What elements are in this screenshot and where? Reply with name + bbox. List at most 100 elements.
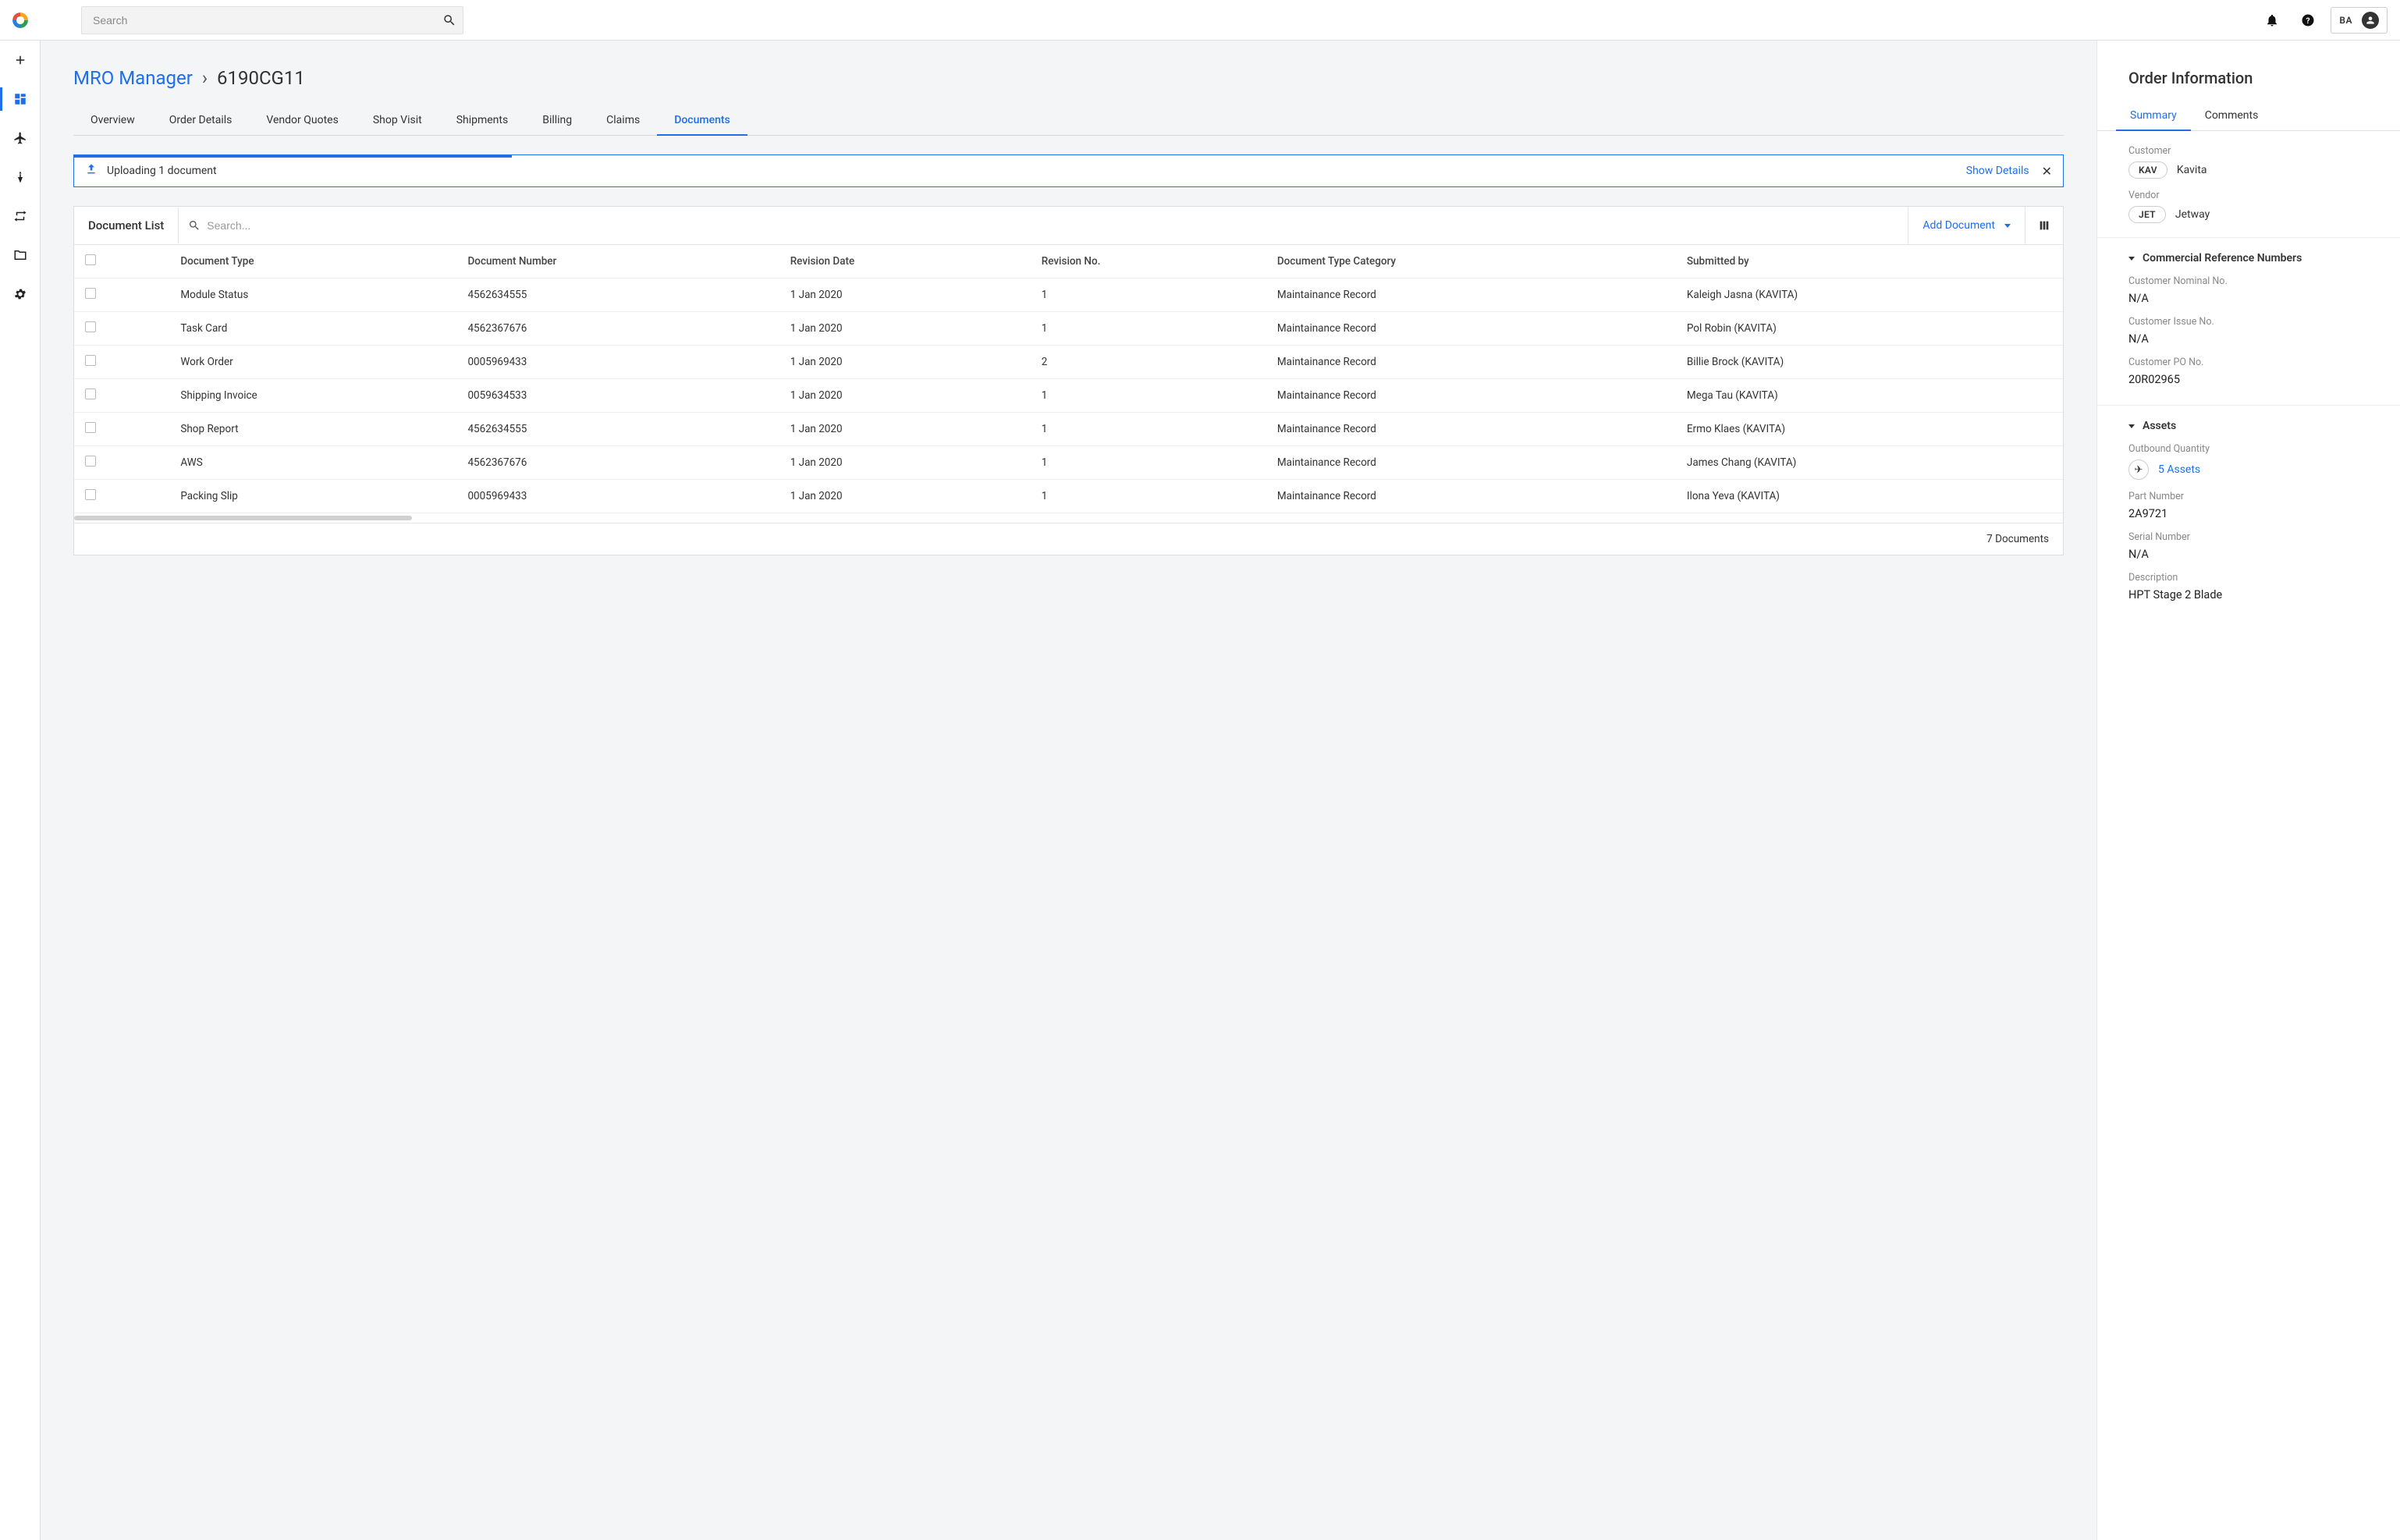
tab-order-details[interactable]: Order Details (152, 106, 250, 135)
vendor-chip[interactable]: JET (2128, 206, 2166, 223)
col-header[interactable]: Submitted by (1676, 245, 2063, 279)
nav-dashboard[interactable] (0, 80, 40, 119)
cell-cat: Maintainance Record (1266, 279, 1676, 312)
vendor-label: Vendor (2128, 190, 2369, 201)
add-document-button[interactable]: Add Document (1908, 207, 2025, 244)
tab-shop-visit[interactable]: Shop Visit (356, 106, 439, 135)
cell-by: Pol Robin (KAVITA) (1676, 312, 2063, 346)
cell-date: 1 Jan 2020 (779, 312, 1031, 346)
assets-section-header[interactable]: Assets (2128, 420, 2369, 432)
col-header[interactable]: Revision Date (779, 245, 1031, 279)
user-avatar-icon (2362, 12, 2379, 29)
notifications-icon[interactable] (2259, 7, 2285, 34)
table-row[interactable]: Task Card45623676761 Jan 20201Maintainan… (74, 312, 2063, 346)
serial-label: Serial Number (2128, 531, 2369, 543)
col-header[interactable]: Document Number (456, 245, 779, 279)
customer-label: Customer (2128, 145, 2369, 157)
partnum-label: Part Number (2128, 491, 2369, 502)
table-row[interactable]: Packing Slip00059694331 Jan 20201Maintai… (74, 480, 2063, 513)
col-header[interactable]: Document Type Category (1266, 245, 1676, 279)
table-row[interactable]: Shipping Invoice00596345331 Jan 20201Mai… (74, 379, 2063, 413)
customer-name: Kavita (2177, 164, 2207, 176)
global-search-input[interactable] (81, 6, 463, 34)
assets-link[interactable]: 5 Assets (2158, 463, 2200, 476)
main-tabs: OverviewOrder DetailsVendor QuotesShop V… (73, 106, 2064, 136)
breadcrumb-sep: › (202, 67, 208, 89)
topbar: ? BA (0, 0, 2400, 41)
table-row[interactable]: Shop Report45626345551 Jan 20201Maintain… (74, 413, 2063, 446)
breadcrumb-root[interactable]: MRO Manager (73, 67, 193, 89)
commercial-section-title: Commercial Reference Numbers (2143, 252, 2302, 264)
cell-by: Ermo Klaes (KAVITA) (1676, 413, 2063, 446)
tab-overview[interactable]: Overview (73, 106, 152, 135)
chevron-down-icon (2004, 224, 2011, 228)
cell-by: Kaleigh Jasna (KAVITA) (1676, 279, 2063, 312)
tab-shipments[interactable]: Shipments (439, 106, 526, 135)
col-header[interactable]: Document Type (169, 245, 456, 279)
table-row[interactable]: AWS45623676761 Jan 20201Maintainance Rec… (74, 446, 2063, 480)
show-details-link[interactable]: Show Details (1966, 165, 2029, 177)
row-checkbox[interactable] (85, 422, 96, 433)
columns-toggle-button[interactable] (2025, 207, 2063, 244)
cell-cat: Maintainance Record (1266, 446, 1676, 480)
cell-num: 0059634533 (456, 379, 779, 413)
assets-section-title: Assets (2143, 420, 2176, 432)
cust-nominal-value: N/A (2128, 292, 2369, 305)
cell-type: Task Card (169, 312, 456, 346)
horizontal-scrollbar[interactable] (74, 513, 2063, 523)
nav-flights[interactable] (0, 119, 40, 158)
documents-table: Document TypeDocument NumberRevision Dat… (74, 245, 2063, 513)
cell-cat: Maintainance Record (1266, 312, 1676, 346)
cell-date: 1 Jan 2020 (779, 279, 1031, 312)
search-icon[interactable] (440, 11, 459, 30)
breadcrumb-current: 6190CG11 (217, 67, 305, 89)
app-logo[interactable] (0, 12, 41, 28)
cell-num: 4562634555 (456, 279, 779, 312)
doclist-search-input[interactable] (207, 219, 1898, 232)
row-checkbox[interactable] (85, 288, 96, 299)
nav-settings[interactable] (0, 275, 40, 314)
select-all-checkbox[interactable] (85, 254, 96, 265)
cell-by: Billie Brock (KAVITA) (1676, 346, 2063, 379)
table-footer: 7 Documents (74, 523, 2063, 555)
table-row[interactable]: Module Status45626345551 Jan 20201Mainta… (74, 279, 2063, 312)
row-checkbox[interactable] (85, 489, 96, 500)
cell-cat: Maintainance Record (1266, 480, 1676, 513)
chevron-down-icon (2128, 424, 2135, 428)
cust-nominal-label: Customer Nominal No. (2128, 275, 2369, 287)
row-checkbox[interactable] (85, 389, 96, 399)
cell-type: Shipping Invoice (169, 379, 456, 413)
upload-banner: Uploading 1 document Show Details ✕ (73, 154, 2064, 187)
tab-claims[interactable]: Claims (589, 106, 657, 135)
add-document-label: Add Document (1922, 219, 1995, 232)
cell-rev: 2 (1031, 346, 1266, 379)
upload-text: Uploading 1 document (107, 165, 1966, 177)
info-tab-comments[interactable]: Comments (2191, 101, 2273, 130)
table-row[interactable]: Work Order00059694331 Jan 20202Maintaina… (74, 346, 2063, 379)
info-tab-summary[interactable]: Summary (2116, 101, 2191, 131)
row-checkbox[interactable] (85, 355, 96, 366)
nav-tower[interactable] (0, 158, 40, 197)
nav-folder[interactable] (0, 236, 40, 275)
cell-date: 1 Jan 2020 (779, 446, 1031, 480)
user-menu[interactable]: BA (2331, 7, 2388, 34)
tab-documents[interactable]: Documents (657, 106, 747, 136)
row-checkbox[interactable] (85, 321, 96, 332)
vendor-name: Jetway (2175, 208, 2210, 221)
cust-po-value: 20R02965 (2128, 373, 2369, 386)
cell-type: Shop Report (169, 413, 456, 446)
tab-vendor-quotes[interactable]: Vendor Quotes (249, 106, 355, 135)
col-header[interactable]: Revision No. (1031, 245, 1266, 279)
user-initials: BA (2339, 15, 2352, 26)
cell-num: 0005969433 (456, 346, 779, 379)
nav-transfers[interactable] (0, 197, 40, 236)
info-panel: Order Information SummaryComments Custom… (2097, 41, 2400, 1540)
commercial-section-header[interactable]: Commercial Reference Numbers (2128, 252, 2369, 264)
tab-billing[interactable]: Billing (525, 106, 589, 135)
cell-by: Ilona Yeva (KAVITA) (1676, 480, 2063, 513)
row-checkbox[interactable] (85, 456, 96, 467)
close-icon[interactable]: ✕ (2042, 164, 2052, 179)
nav-add[interactable] (0, 41, 40, 80)
customer-chip[interactable]: KAV (2128, 161, 2167, 179)
help-icon[interactable]: ? (2295, 7, 2321, 34)
